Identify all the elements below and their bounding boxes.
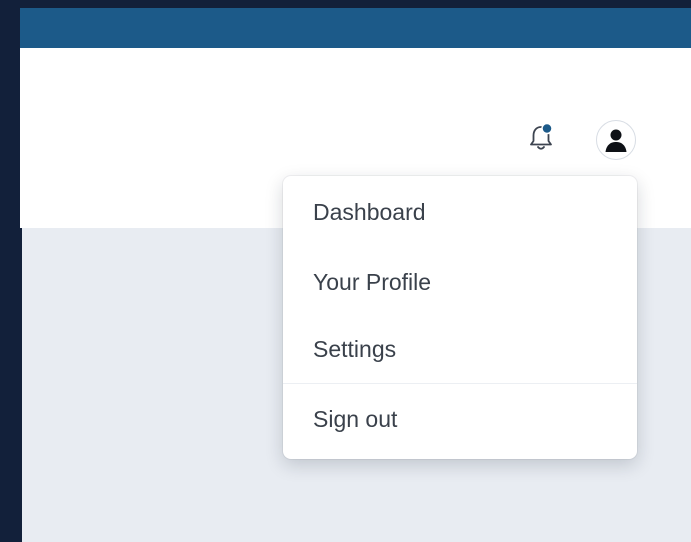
user-avatar-icon <box>605 129 627 152</box>
menu-item-settings[interactable]: Settings <box>283 316 637 383</box>
notifications-button[interactable] <box>528 123 554 153</box>
notification-dot <box>541 123 553 135</box>
user-menu-button[interactable] <box>596 120 636 160</box>
menu-item-sign-out[interactable]: Sign out <box>283 383 637 458</box>
user-dropdown-menu: Dashboard Your Profile Settings Sign out <box>283 176 637 459</box>
menu-item-dashboard[interactable]: Dashboard <box>283 176 637 249</box>
top-navigation-bar <box>20 8 691 48</box>
bell-icon <box>530 123 553 150</box>
sidebar-edge <box>20 228 22 542</box>
menu-item-your-profile[interactable]: Your Profile <box>283 249 637 316</box>
app-window: Dashboard Your Profile Settings Sign out <box>20 8 691 542</box>
